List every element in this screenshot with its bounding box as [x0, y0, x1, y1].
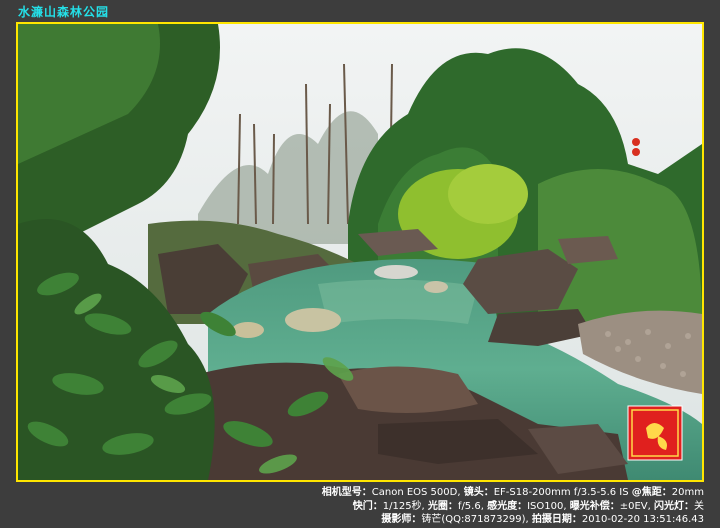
camera-label: 相机型号：: [321, 487, 372, 498]
iso-label: 感光度：: [487, 500, 528, 512]
ev-label: 曝光补偿：: [569, 500, 620, 512]
photo-frame: [16, 22, 704, 482]
seal-stamp: [627, 405, 683, 461]
exif-line-1: 相机型号：Canon EOS 500D, 镜头：EF-S18-200mm f/3…: [14, 486, 704, 500]
ev-value: ±0EV,: [619, 500, 651, 512]
date-label: 拍摄日期：: [531, 514, 582, 525]
exif-info: 相机型号：Canon EOS 500D, 镜头：EF-S18-200mm f/3…: [14, 486, 704, 527]
focal-value: 20mm: [671, 487, 704, 498]
photographer-label: 摄影师：: [381, 514, 422, 525]
flash-value: 关: [694, 500, 704, 512]
aperture-value: f/5.6,: [457, 500, 484, 512]
iso-value: ISO100,: [527, 500, 567, 512]
exif-line-3: 摄影师：铸芒(QQ:871873299), 拍摄日期：2010-02-20 13…: [14, 513, 704, 527]
camera-value: Canon EOS 500D,: [371, 487, 461, 498]
photographer-value: 铸芒(QQ:871873299),: [421, 514, 529, 525]
focal-label: @焦距：: [631, 487, 672, 498]
shutter-label: 快门：: [352, 500, 383, 512]
flash-label: 闪光灯：: [654, 500, 694, 512]
date-value: 2010-02-20 13:51:46.43: [581, 514, 704, 525]
lens-value: EF-S18-200mm f/3.5-5.6 IS: [493, 487, 629, 498]
lens-label: 镜头：: [463, 487, 494, 498]
landscape-photo: [18, 24, 702, 480]
page-title: 水濂山森林公园: [18, 5, 110, 19]
aperture-label: 光圈：: [427, 500, 458, 512]
exif-line-2: 快门：1/125秒, 光圈：f/5.6, 感光度：ISO100, 曝光补偿：±0…: [14, 500, 704, 514]
shutter-value: 1/125秒,: [382, 500, 425, 512]
